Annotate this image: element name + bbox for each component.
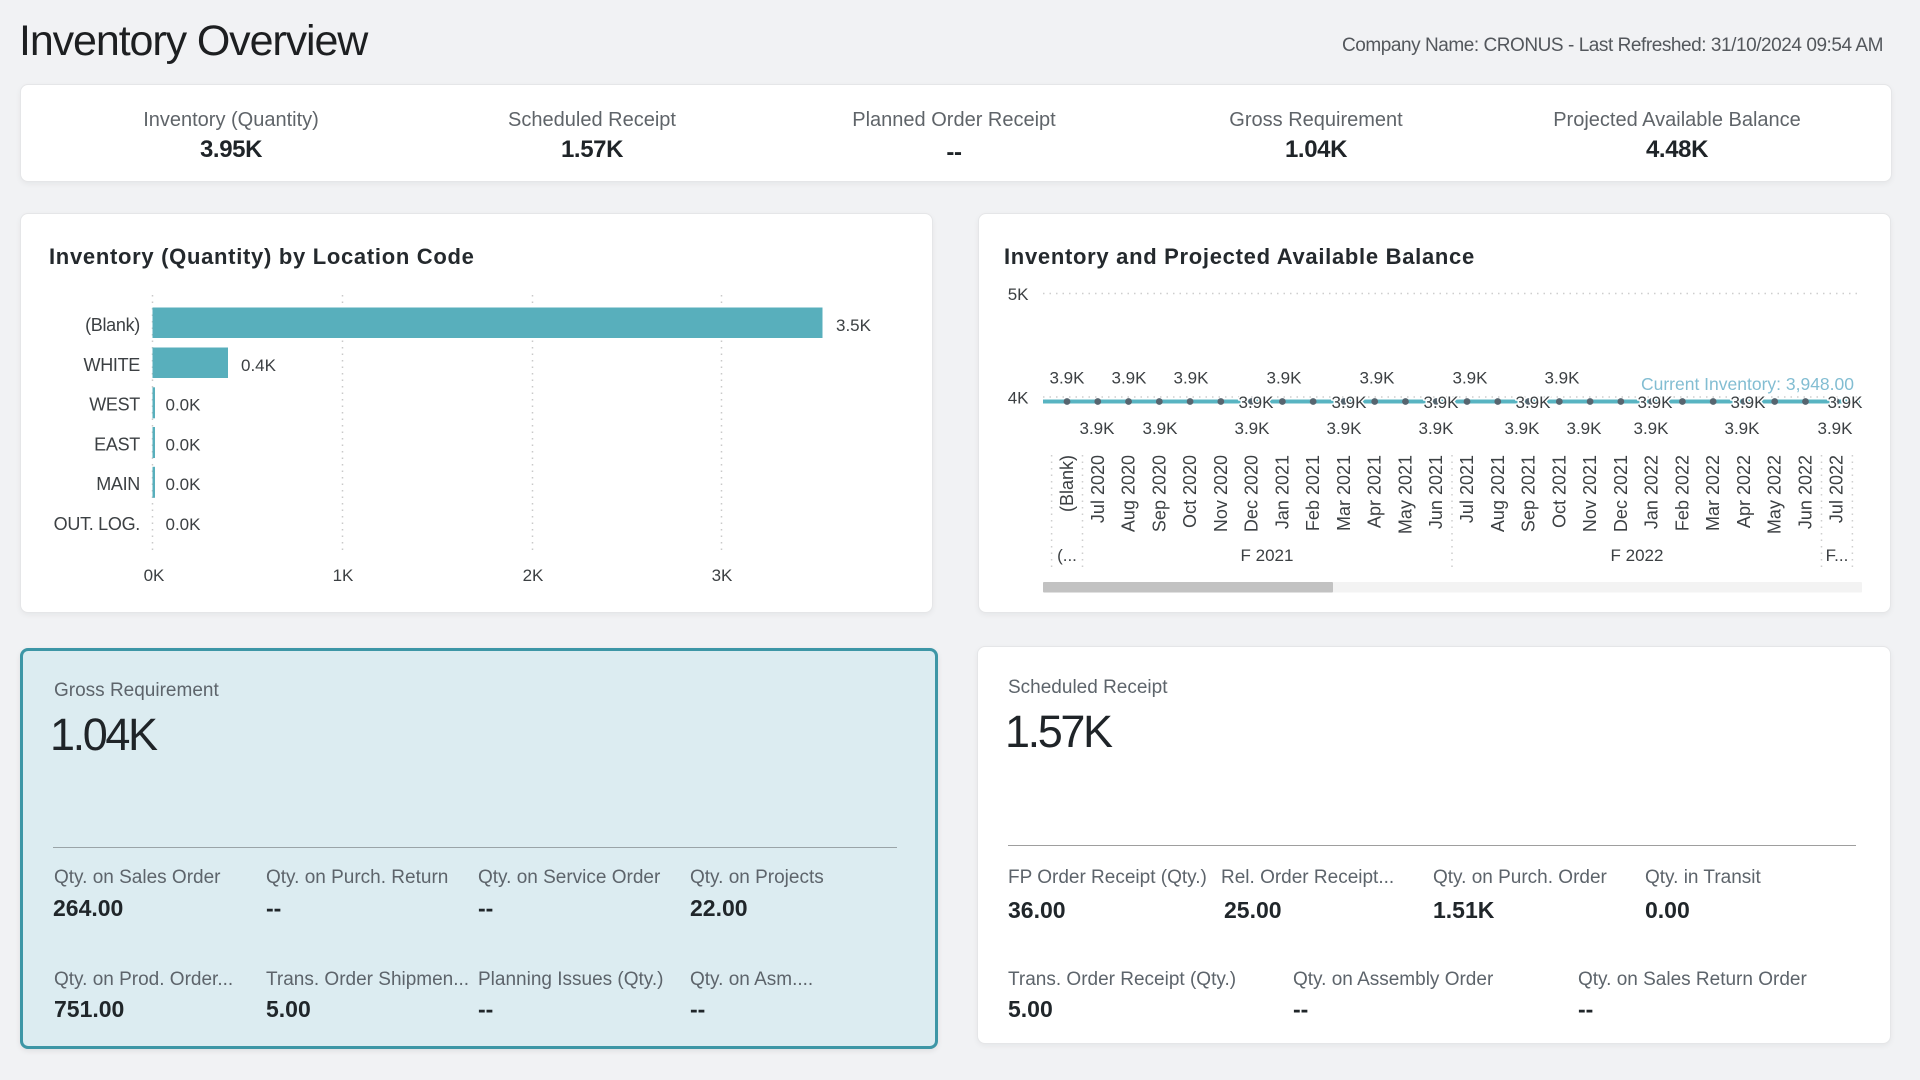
svg-text:Apr 2022: Apr 2022 — [1734, 455, 1754, 528]
svg-text:Feb 2021: Feb 2021 — [1303, 455, 1323, 531]
svg-text:3.9K: 3.9K — [1634, 419, 1670, 438]
svg-text:EAST: EAST — [94, 434, 140, 454]
svg-text:3.9K: 3.9K — [1725, 419, 1761, 438]
svg-text:3.9K: 3.9K — [1235, 419, 1271, 438]
svg-text:3.9K: 3.9K — [1050, 369, 1086, 388]
svg-text:Apr 2021: Apr 2021 — [1365, 455, 1385, 528]
svg-text:3.9K: 3.9K — [1424, 393, 1460, 412]
svg-text:WEST: WEST — [89, 395, 140, 415]
svg-text:Jul 2022: Jul 2022 — [1826, 455, 1846, 523]
svg-text:Nov 2021: Nov 2021 — [1580, 455, 1600, 532]
svg-text:3.9K: 3.9K — [1327, 419, 1363, 438]
svg-text:F 2022: F 2022 — [1611, 546, 1664, 565]
svg-text:Jul 2021: Jul 2021 — [1457, 455, 1477, 523]
svg-text:3.9K: 3.9K — [1638, 393, 1674, 412]
svg-text:Aug 2021: Aug 2021 — [1488, 455, 1508, 532]
svg-text:(...: (... — [1057, 546, 1077, 565]
svg-text:WHITE: WHITE — [84, 355, 141, 375]
svg-text:0.0K: 0.0K — [166, 435, 202, 454]
svg-text:F...: F... — [1826, 546, 1849, 565]
svg-text:3.9K: 3.9K — [1453, 369, 1489, 388]
svg-text:3.9K: 3.9K — [1516, 393, 1552, 412]
svg-text:Jan 2022: Jan 2022 — [1642, 455, 1662, 529]
svg-text:OUT. LOG.: OUT. LOG. — [54, 514, 140, 534]
svg-text:Jun 2021: Jun 2021 — [1426, 455, 1446, 529]
svg-text:3.5K: 3.5K — [836, 316, 872, 335]
svg-text:Jun 2022: Jun 2022 — [1795, 455, 1815, 529]
svg-text:Mar 2021: Mar 2021 — [1334, 455, 1354, 531]
svg-text:F 2021: F 2021 — [1241, 546, 1294, 565]
svg-text:3.9K: 3.9K — [1545, 369, 1581, 388]
svg-text:MAIN: MAIN — [96, 474, 140, 494]
svg-text:2K: 2K — [523, 566, 544, 585]
svg-text:May 2022: May 2022 — [1765, 455, 1785, 534]
svg-text:3.9K: 3.9K — [1080, 419, 1116, 438]
svg-text:Dec 2021: Dec 2021 — [1611, 455, 1631, 532]
svg-text:Nov 2020: Nov 2020 — [1211, 455, 1231, 532]
svg-text:3.9K: 3.9K — [1505, 419, 1541, 438]
svg-text:(Blank): (Blank) — [1057, 455, 1077, 512]
svg-text:0.0K: 0.0K — [166, 475, 202, 494]
svg-text:Jul 2020: Jul 2020 — [1088, 455, 1108, 523]
svg-text:Oct 2021: Oct 2021 — [1549, 455, 1569, 528]
svg-text:1K: 1K — [333, 566, 354, 585]
svg-text:Current Inventory: 3,948.00: Current Inventory: 3,948.00 — [1641, 374, 1854, 394]
svg-text:Feb 2022: Feb 2022 — [1672, 455, 1692, 531]
svg-text:Oct 2020: Oct 2020 — [1180, 455, 1200, 528]
svg-text:Jan 2021: Jan 2021 — [1272, 455, 1292, 529]
svg-text:0.4K: 0.4K — [241, 356, 277, 375]
svg-text:Dec 2020: Dec 2020 — [1242, 455, 1262, 532]
svg-text:3.9K: 3.9K — [1174, 369, 1210, 388]
svg-text:3.9K: 3.9K — [1731, 393, 1767, 412]
svg-text:3.9K: 3.9K — [1419, 419, 1455, 438]
svg-text:Sep 2020: Sep 2020 — [1149, 455, 1169, 532]
svg-text:3K: 3K — [712, 566, 733, 585]
svg-text:3.9K: 3.9K — [1143, 419, 1179, 438]
svg-text:4K: 4K — [1008, 389, 1029, 408]
svg-text:5K: 5K — [1008, 285, 1029, 304]
svg-text:Sep 2021: Sep 2021 — [1519, 455, 1539, 532]
svg-text:Mar 2022: Mar 2022 — [1703, 455, 1723, 531]
svg-text:0K: 0K — [144, 566, 165, 585]
svg-text:3.9K: 3.9K — [1112, 369, 1148, 388]
svg-text:(Blank): (Blank) — [85, 315, 140, 335]
svg-text:3.9K: 3.9K — [1239, 393, 1275, 412]
svg-text:May 2021: May 2021 — [1395, 455, 1415, 534]
svg-text:3.9K: 3.9K — [1828, 393, 1864, 412]
svg-text:3.9K: 3.9K — [1818, 419, 1854, 438]
svg-text:3.9K: 3.9K — [1567, 419, 1603, 438]
svg-text:3.9K: 3.9K — [1332, 393, 1368, 412]
svg-text:Aug 2020: Aug 2020 — [1119, 455, 1139, 532]
svg-text:3.9K: 3.9K — [1360, 369, 1396, 388]
svg-text:0.0K: 0.0K — [166, 396, 202, 415]
svg-text:3.9K: 3.9K — [1267, 369, 1303, 388]
svg-text:0.0K: 0.0K — [166, 515, 202, 534]
